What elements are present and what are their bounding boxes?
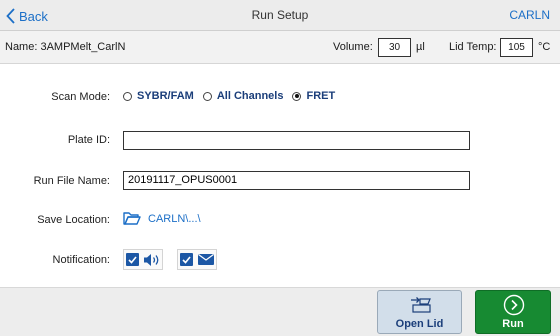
lid-temp-label: Lid Temp: [449,41,497,53]
plate-id-label: Plate ID: [67,134,110,146]
radio-sybr-fam[interactable]: SYBR/FAM [123,90,194,102]
sound-notification-toggle[interactable] [123,249,163,270]
run-file-name-input[interactable]: 20191117_OPUS0001 [123,171,470,190]
radio-selected-icon [292,91,302,101]
save-location-label: Save Location: [37,214,110,226]
radio-fret[interactable]: FRET [292,90,335,102]
run-label: Run [502,318,524,330]
checkbox-checked-icon [180,253,193,266]
envelope-icon [198,254,214,265]
speaker-icon [144,253,159,266]
email-notification-toggle[interactable] [177,249,217,270]
open-lid-icon [411,297,431,313]
title-bar: Back Run Setup CARLN [0,0,560,31]
run-info-bar: Name: 3AMPMelt_CarlN Volume: 30 µl Lid T… [0,31,560,64]
save-location-link[interactable]: CARLN\...\ [123,211,201,226]
volume-input[interactable]: 30 [378,38,411,57]
radio-circle-icon [123,91,132,101]
save-location-path: CARLN\...\ [148,212,201,225]
user-name-link[interactable]: CARLN [509,8,550,22]
run-file-name-label: Run File Name: [33,175,110,187]
run-button[interactable]: Run [475,290,551,334]
volume-label: Volume: [333,41,373,53]
page-title: Run Setup [251,8,309,22]
folder-icon [123,212,141,225]
scan-mode-radio-group: SYBR/FAM All Channels FRET [123,90,344,102]
radio-label: FRET [306,90,336,102]
play-circle-icon [503,294,525,316]
radio-circle-icon [202,91,212,101]
run-name: Name: 3AMPMelt_CarlN [5,41,126,53]
plate-id-input[interactable] [123,131,470,150]
radio-all-channels[interactable]: All Channels [202,90,284,102]
lid-temp-unit: °C [538,41,551,53]
open-lid-button[interactable]: Open Lid [377,290,462,334]
notification-label: Notification: [52,254,110,266]
scan-mode-label: Scan Mode: [51,91,110,103]
checkbox-checked-icon [126,253,139,266]
radio-label: All Channels [216,90,284,102]
volume-unit: µl [416,41,425,53]
action-bar: Open Lid Run [0,287,560,336]
radio-label: SYBR/FAM [137,90,194,102]
open-lid-label: Open Lid [395,318,444,330]
lid-temp-input[interactable]: 105 [500,38,533,57]
